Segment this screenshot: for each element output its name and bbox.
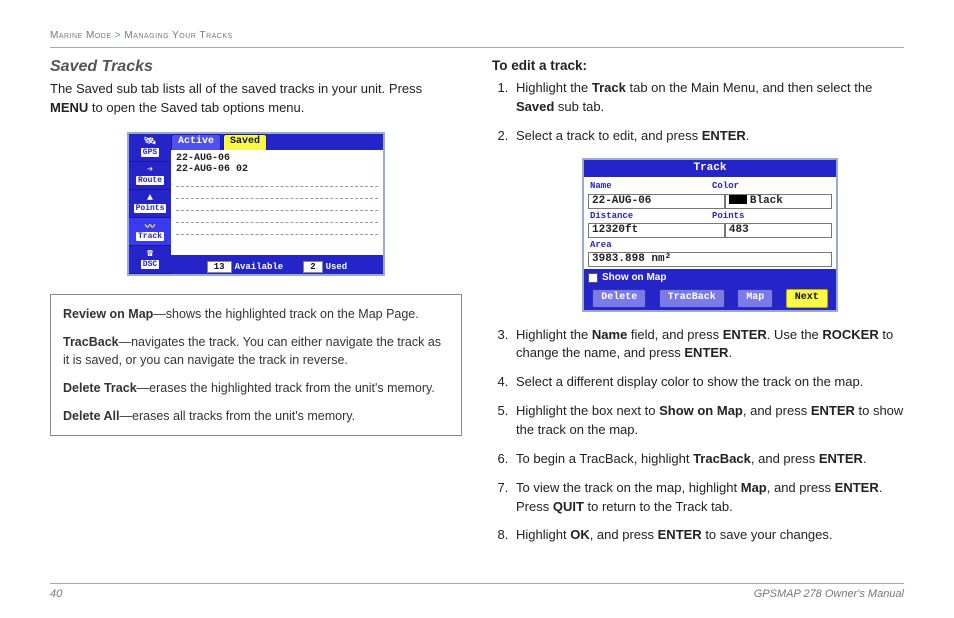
used-count: 2 [303,261,322,273]
procedure-list: Highlight the Track tab on the Main Menu… [512,79,904,545]
points-icon: ▲ [143,193,157,203]
lbl-name: Name [588,179,710,193]
breadcrumb-sub: Managing Your Tracks [124,30,232,41]
btn-delete: Delete [592,289,646,308]
track-dialog-title: Track [584,160,836,178]
device-sidebar: 🛰GPS ➔Route ▲Points 〰Track ☎DSC [129,134,171,274]
list-item: 22-AUG-06 [176,153,378,164]
track-dialog-buttons: Delete TracBack Map Next [584,287,836,310]
tab-active: Active [171,134,221,150]
breadcrumb-section: Marine Mode [50,30,112,41]
page-footer: 40 GPSMAP 278 Owner's Manual [50,583,904,600]
doc-title: GPSMAP 278 Owner's Manual [754,588,904,600]
tab-saved: Saved [223,134,267,150]
step-4: Select a different display color to show… [512,373,904,392]
field-color: Black [725,194,832,209]
btn-tracback: TracBack [659,289,725,308]
step-2: Select a track to edit, and press ENTER.… [512,127,904,312]
lbl-area: Area [588,238,832,252]
field-distance: 12320ft [588,223,725,238]
step-5: Highlight the box next to Show on Map, a… [512,402,904,440]
lbl-color: Color [710,179,832,193]
btn-map: Map [737,289,773,308]
sidebar-tab-dsc: ☎DSC [129,246,171,274]
opt-deleteall: Delete All [63,409,120,423]
step-3: Highlight the Name field, and press ENTE… [512,326,904,364]
procedure-title: To edit a track: [492,58,904,73]
breadcrumb-sep: > [115,30,121,41]
left-column: Saved Tracks The Saved sub tab lists all… [50,58,462,555]
color-swatch-icon [729,195,747,204]
intro-text: The Saved sub tab lists all of the saved… [50,80,462,118]
field-area: 3983.898 nm² [588,252,832,267]
show-on-map-row: Show on Map [584,269,836,288]
lbl-distance: Distance [588,209,710,223]
device-tabs: Active Saved [171,134,383,150]
sidebar-tab-points: ▲Points [129,190,171,218]
available-count: 13 [207,261,232,273]
device-screenshot-saved-tracks: 🛰GPS ➔Route ▲Points 〰Track ☎DSC Active S… [127,132,385,276]
field-name: 22-AUG-06 [588,194,725,209]
page-number: 40 [50,588,62,600]
checkbox-icon [588,273,598,283]
device-track-list: 22-AUG-06 22-AUG-06 02 [171,150,383,255]
section-title: Saved Tracks [50,58,462,76]
field-points: 483 [725,223,832,238]
opt-review: Review on Map [63,307,153,321]
lbl-points: Points [710,209,832,223]
device-footer: 13Available 2Used [171,255,383,274]
device-screenshot-track-edit: Track Name Color 22-AUG-06 Black Distanc… [582,158,838,312]
btn-next: Next [786,289,828,308]
dsc-icon: ☎ [143,249,157,259]
step-8: Highlight OK, and press ENTER to save yo… [512,526,904,545]
sidebar-tab-track: 〰Track [129,218,171,246]
opt-delete: Delete Track [63,381,137,395]
menu-key: MENU [50,100,88,115]
opt-tracback: TracBack [63,335,119,349]
breadcrumb: Marine Mode > Managing Your Tracks [50,30,904,41]
sidebar-tab-route: ➔Route [129,162,171,190]
track-icon: 〰 [143,221,157,231]
header-rule [50,47,904,48]
sidebar-tab-gps: 🛰GPS [129,134,171,162]
gps-icon: 🛰 [143,137,157,147]
route-icon: ➔ [143,165,157,175]
step-7: To view the track on the map, highlight … [512,479,904,517]
right-column: To edit a track: Highlight the Track tab… [492,58,904,555]
step-1: Highlight the Track tab on the Main Menu… [512,79,904,117]
list-item: 22-AUG-06 02 [176,164,378,175]
options-box: Review on Map—shows the highlighted trac… [50,294,462,437]
step-6: To begin a TracBack, highlight TracBack,… [512,450,904,469]
